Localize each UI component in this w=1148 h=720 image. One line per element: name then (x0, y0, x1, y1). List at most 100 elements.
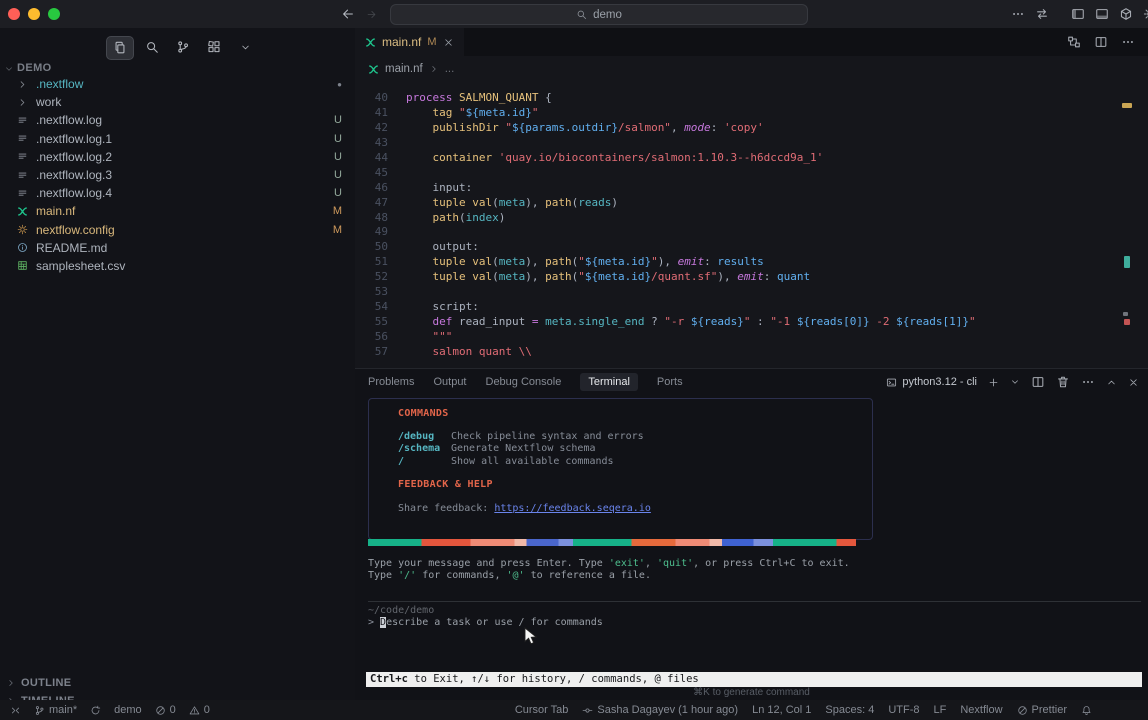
outline-section[interactable]: OUTLINE (0, 674, 355, 692)
status-item-ln[interactable]: Ln 12, Col 1 (752, 704, 811, 716)
cli-input[interactable]: > Describe a task or use / for commands (368, 617, 603, 628)
line-number[interactable]: 53 (355, 285, 388, 300)
status-item-lf[interactable]: LF (934, 704, 947, 716)
status-item-utf-8[interactable]: UTF-8 (888, 704, 919, 716)
code-line[interactable]: 50 output: (355, 240, 1140, 255)
code-line[interactable]: 49 (355, 225, 1140, 240)
panel-tab-terminal[interactable]: Terminal (580, 373, 638, 391)
status-item[interactable] (90, 705, 101, 716)
status-item-cursor[interactable]: Cursor Tab (515, 704, 569, 716)
file-row-main-nf[interactable]: main.nfM (0, 202, 355, 220)
line-number[interactable]: 48 (355, 211, 388, 226)
status-item-sasha[interactable]: Sasha Dagayev (1 hour ago) (582, 704, 738, 716)
file-row--nextflow-log-4[interactable]: .nextflow.log.4U (0, 184, 355, 202)
panel-tab-debug-console[interactable]: Debug Console (486, 376, 562, 388)
zoom-window-button[interactable] (48, 8, 60, 20)
line-number[interactable]: 47 (355, 196, 388, 211)
close-panel-icon[interactable] (1128, 377, 1139, 388)
line-number[interactable]: 57 (355, 345, 388, 360)
command-name[interactable]: / (398, 456, 451, 468)
code-line[interactable]: 52 tuple val(meta), path("${meta.id}/qua… (355, 270, 1140, 285)
status-item-0[interactable]: 0 (189, 704, 210, 716)
code-line[interactable]: 55 def read_input = meta.single_end ? "-… (355, 315, 1140, 330)
maximize-panel-icon[interactable] (1106, 377, 1117, 388)
close-window-button[interactable] (8, 8, 20, 20)
feedback-link[interactable]: https://feedback.seqera.io (494, 503, 651, 514)
customize-layout-icon[interactable] (1118, 7, 1133, 21)
toggle-panel-icon[interactable] (1094, 7, 1109, 21)
terminal-dropdown-icon[interactable] (1010, 377, 1020, 387)
more-actions-icon[interactable] (1121, 35, 1135, 49)
more-views-button[interactable] (232, 36, 258, 58)
command-name[interactable]: /debug (398, 431, 451, 443)
code-line[interactable]: 47 tuple val(meta), path(reads) (355, 196, 1140, 211)
code-line[interactable]: 53 (355, 285, 1140, 300)
line-number[interactable]: 50 (355, 240, 388, 255)
back-icon[interactable] (341, 7, 355, 21)
search-button[interactable] (139, 36, 165, 58)
status-item-nextflow[interactable]: Nextflow (960, 704, 1002, 716)
dag-preview-icon[interactable] (1067, 35, 1081, 49)
breadcrumb[interactable]: main.nf ... (355, 56, 1148, 82)
terminal-instance[interactable]: python3.12 - cli (886, 376, 977, 388)
line-number[interactable]: 55 (355, 315, 388, 330)
explorer-section-title[interactable]: DEMO (17, 62, 52, 74)
file-row--nextflow-log[interactable]: .nextflow.logU (0, 111, 355, 129)
kill-terminal-icon[interactable] (1056, 375, 1070, 389)
tab-main-nf[interactable]: main.nf M (355, 28, 464, 56)
settings-gear-icon[interactable] (1142, 7, 1148, 21)
file-row--nextflow-log-1[interactable]: .nextflow.log.1U (0, 130, 355, 148)
status-item[interactable] (1081, 705, 1092, 716)
panel-more-icon[interactable] (1081, 375, 1095, 389)
line-number[interactable]: 42 (355, 121, 388, 136)
line-number[interactable]: 40 (355, 91, 388, 106)
file-row-samplesheet-csv[interactable]: samplesheet.csv (0, 257, 355, 275)
code-line[interactable]: 51 tuple val(meta), path("${meta.id}"), … (355, 255, 1140, 270)
code-line[interactable]: 48 path(index) (355, 211, 1140, 226)
section-chevron-icon[interactable] (4, 64, 14, 74)
status-item-demo[interactable]: demo (114, 704, 142, 716)
code-editor[interactable]: 40process SALMON_QUANT {41 tag "${meta.i… (355, 82, 1140, 377)
code-line[interactable]: 43 (355, 136, 1140, 151)
forward-icon[interactable] (366, 9, 377, 20)
panel-tab-ports[interactable]: Ports (657, 376, 683, 388)
source-control-button[interactable] (170, 36, 196, 58)
line-number[interactable]: 44 (355, 151, 388, 166)
line-number[interactable]: 51 (355, 255, 388, 270)
code-line[interactable]: 57 salmon quant \\ (355, 345, 1140, 360)
file-row--nextflow-log-3[interactable]: .nextflow.log.3U (0, 166, 355, 184)
minimize-window-button[interactable] (28, 8, 40, 20)
extensions-button[interactable] (201, 36, 227, 58)
file-row-readme-md[interactable]: README.md (0, 239, 355, 257)
panel-tab-output[interactable]: Output (433, 376, 466, 388)
split-editor-icon[interactable] (1094, 35, 1108, 49)
sync-layout-icon[interactable] (1034, 7, 1049, 21)
breadcrumb-file[interactable]: main.nf (385, 63, 423, 75)
file-row-nextflow-config[interactable]: nextflow.configM (0, 221, 355, 239)
line-number[interactable]: 45 (355, 166, 388, 181)
code-line[interactable]: 46 input: (355, 181, 1140, 196)
code-line[interactable]: 56 """ (355, 330, 1140, 345)
explorer-files-button[interactable] (106, 36, 134, 60)
status-item-spaces[interactable]: Spaces: 4 (825, 704, 874, 716)
more-actions-icon[interactable] (1010, 7, 1025, 21)
status-item-prettier[interactable]: Prettier (1017, 704, 1067, 716)
status-item-0[interactable]: 0 (155, 704, 176, 716)
line-number[interactable]: 46 (355, 181, 388, 196)
line-number[interactable]: 41 (355, 106, 388, 121)
code-line[interactable]: 54 script: (355, 300, 1140, 315)
file-row--nextflow-log-2[interactable]: .nextflow.log.2U (0, 148, 355, 166)
code-line[interactable]: 45 (355, 166, 1140, 181)
status-item[interactable] (10, 705, 21, 716)
code-line[interactable]: 44 container 'quay.io/biocontainers/salm… (355, 151, 1140, 166)
code-line[interactable]: 42 publishDir "${params.outdir}/salmon",… (355, 121, 1140, 136)
code-line[interactable]: 41 tag "${meta.id}" (355, 106, 1140, 121)
new-terminal-icon[interactable] (988, 377, 999, 388)
line-number[interactable]: 43 (355, 136, 388, 151)
close-tab-icon[interactable] (443, 37, 454, 48)
line-number[interactable]: 54 (355, 300, 388, 315)
code-line[interactable]: 40process SALMON_QUANT { (355, 91, 1140, 106)
command-center-search[interactable]: demo (390, 4, 808, 25)
split-terminal-icon[interactable] (1031, 375, 1045, 389)
panel-tab-problems[interactable]: Problems (368, 376, 414, 388)
